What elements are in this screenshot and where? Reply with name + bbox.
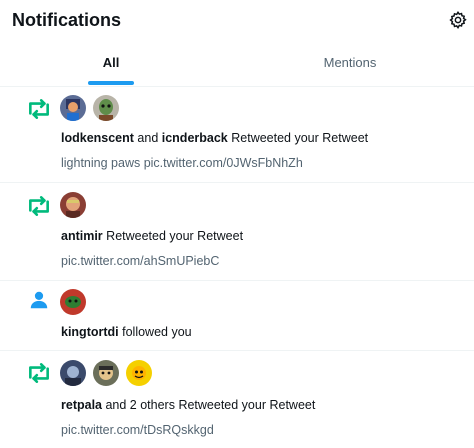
avatar[interactable] <box>60 289 86 315</box>
retweet-icon <box>29 196 49 216</box>
notification-text: lodkenscent and icnderback Retweeted you… <box>61 131 369 145</box>
tweet-preview[interactable]: pic.twitter.com/tDsRQskkgd <box>61 423 214 437</box>
tab-selected-indicator <box>88 81 134 85</box>
gear-icon[interactable] <box>448 10 468 30</box>
retweet-icon <box>29 363 49 383</box>
notification-item[interactable]: retpala and 2 others Retweeted your Retw… <box>0 350 474 448</box>
notification-text: kingtortdi followed you <box>61 325 192 339</box>
tweet-preview[interactable]: lightning paws pic.twitter.com/0JWsFbNhZ… <box>61 156 303 170</box>
user-link[interactable]: kingtortdi <box>61 325 119 339</box>
avatar[interactable] <box>60 192 86 218</box>
user-link[interactable]: icnderback <box>162 131 228 145</box>
notification-item[interactable]: lodkenscent and icnderback Retweeted you… <box>0 86 474 183</box>
page-title: Notifications <box>12 10 122 30</box>
avatar[interactable] <box>60 95 86 121</box>
notification-text: antimir Retweeted your Retweet <box>61 229 244 243</box>
user-link[interactable]: lodkenscent <box>61 131 134 145</box>
avatar[interactable] <box>60 360 86 386</box>
avatar[interactable] <box>93 360 119 386</box>
notification-item[interactable]: kingtortdi followed you <box>0 280 474 351</box>
notification-item[interactable]: antimir Retweeted your Retweet pic.twitt… <box>0 182 474 281</box>
notification-text: retpala and 2 others Retweeted your Retw… <box>61 398 316 412</box>
notification-tabs: All Mentions <box>0 42 474 87</box>
header: Notifications <box>0 0 474 42</box>
avatar[interactable] <box>126 360 152 386</box>
pic-link[interactable]: pic.twitter.com/0JWsFbNhZh <box>144 156 303 170</box>
tab-mentions[interactable]: Mentions <box>250 42 450 86</box>
user-link[interactable]: retpala <box>61 398 102 412</box>
pic-link[interactable]: pic.twitter.com/ahSmUPiebC <box>61 254 219 268</box>
user-link[interactable]: antimir <box>61 229 103 243</box>
tab-mentions-label: Mentions <box>323 55 377 70</box>
pic-link[interactable]: pic.twitter.com/tDsRQskkgd <box>61 423 214 437</box>
avatar[interactable] <box>93 95 119 121</box>
tweet-preview[interactable]: pic.twitter.com/ahSmUPiebC <box>61 254 219 268</box>
tab-all-label: All <box>102 55 120 70</box>
tab-all[interactable]: All <box>0 42 222 86</box>
person-icon <box>30 291 48 309</box>
retweet-icon <box>29 99 49 119</box>
